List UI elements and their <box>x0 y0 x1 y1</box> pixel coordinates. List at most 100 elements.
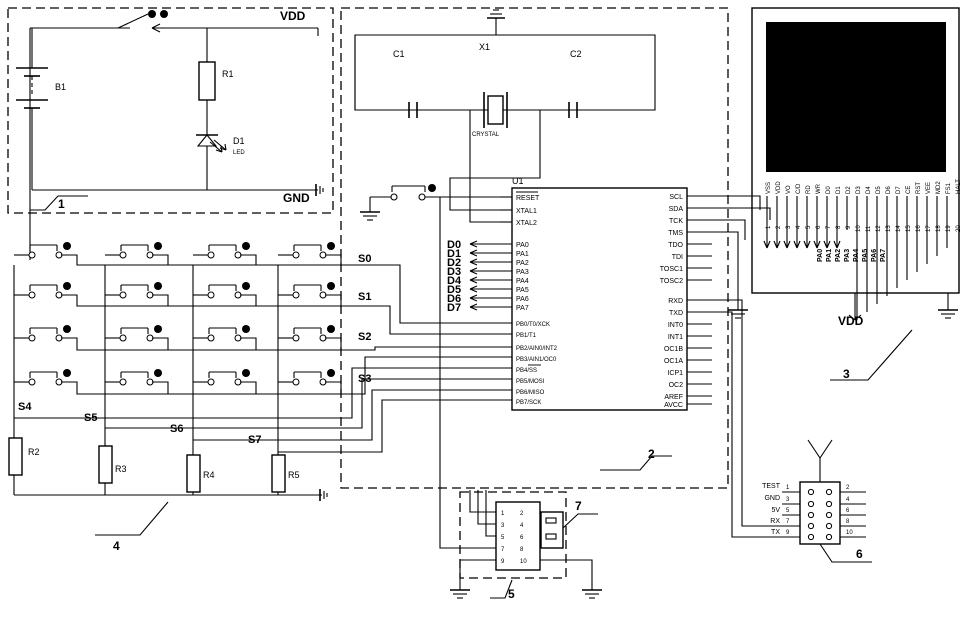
isp-pin-7: 7 <box>501 547 505 553</box>
lcd-pin-name-7: D0 <box>826 186 832 194</box>
pin-oc2: OC2 <box>669 382 684 389</box>
pin-pb5: PB5/MOSI <box>516 379 545 385</box>
pin-pb7: PB7/SCK <box>516 400 541 406</box>
pin-aref: AREF <box>664 394 683 401</box>
keypad-row-label-s1: S1 <box>358 291 371 303</box>
pin-pa1: PA1 <box>516 251 529 258</box>
serial-pin-9: 9 <box>786 530 790 536</box>
resistor-r1-ref: R1 <box>222 69 234 79</box>
serial-pin-6: 6 <box>846 508 850 514</box>
lcd-pin-num-5: 5 <box>806 225 812 229</box>
vdd-label-lcd: VDD <box>838 314 864 328</box>
lcd-bus-pa6: PA6 <box>871 249 878 262</box>
lcd-bus-pa1: PA1 <box>826 249 833 262</box>
lcd-pin-num-4: 4 <box>796 225 802 229</box>
pin-int1: INT1 <box>668 334 683 341</box>
keypad-row-label-s0: S0 <box>358 253 371 265</box>
lcd-pin-name-5: RD <box>806 185 812 194</box>
lcd-pin-num-1: 1 <box>766 225 772 229</box>
isp-pin-4: 4 <box>520 523 524 529</box>
lcd-pin-name-15: CE <box>906 186 912 194</box>
pin-tck: TCK <box>669 218 683 225</box>
callout-7: 7 <box>575 499 582 513</box>
pin-oc1b: OC1B <box>664 346 683 353</box>
keypad-col-label-s6: S6 <box>170 423 183 435</box>
pin-pb2: PB2/AIN0/INT2 <box>516 346 558 352</box>
lcd-pin-name-19: FS1 <box>946 182 952 194</box>
bus-label-d7: D7 <box>447 302 461 314</box>
lcd-pin-num-15: 15 <box>906 225 912 232</box>
pin-pb4: PB4/SS <box>516 368 537 374</box>
lcd-pin-name-12: D5 <box>876 186 882 194</box>
isp-pin-3: 3 <box>501 523 505 529</box>
lcd-pin-name-6: WR <box>816 183 822 194</box>
resistor-r4-ref: R4 <box>203 470 215 480</box>
gnd-label-power: GND <box>283 191 310 205</box>
lcd-pin-num-14: 14 <box>896 225 902 232</box>
crystal-x1-ref: X1 <box>479 42 490 52</box>
pin-pb1: PB1/T1 <box>516 333 537 339</box>
led-d1-ref: D1 <box>233 136 245 146</box>
pin-xtal2: XTAL2 <box>516 220 537 227</box>
lcd-pin-num-9: 9 <box>846 225 852 229</box>
lcd-pin-name-1: VSS <box>766 182 772 194</box>
lcd-pin-name-18: MD2 <box>936 181 942 194</box>
pin-int0: INT0 <box>668 322 683 329</box>
lcd-pin-num-8: 8 <box>836 225 842 229</box>
lcd-pin-num-6: 6 <box>816 225 822 229</box>
serial-pin-3: 3 <box>786 497 790 503</box>
lcd-pin-num-19: 19 <box>946 225 952 232</box>
led-sub-label: LED <box>233 150 245 156</box>
pin-tosc1: TOSC1 <box>660 266 683 273</box>
lcd-pin-name-11: D4 <box>866 186 872 194</box>
lcd-pin-num-20: 20 <box>956 225 962 232</box>
lcd-pin-name-4: C/D <box>796 183 802 194</box>
pin-pa0: PA0 <box>516 242 529 249</box>
lcd-bus-pa0: PA0 <box>817 249 824 262</box>
lcd-pin-num-17: 17 <box>926 225 932 232</box>
serial-pin-8: 8 <box>846 519 850 525</box>
resistor-r2-ref: R2 <box>28 447 40 457</box>
lcd-bus-labels: PA0 PA1 PA2 PA3 PA4 PA5 PA6 PA7 <box>817 249 887 262</box>
isp-pin-8: 8 <box>520 547 524 553</box>
callout-3: 3 <box>843 367 850 381</box>
vdd-label-power: VDD <box>280 9 306 23</box>
pin-pb3: PB3/AIN1/OC0 <box>516 357 557 363</box>
isp-pin-5: 5 <box>501 535 505 541</box>
pin-tms: TMS <box>668 230 683 237</box>
callout-1: 1 <box>58 197 65 211</box>
lcd-bus-pa3: PA3 <box>844 249 851 262</box>
lcd-pin-numbers: 1 2 3 4 5 6 7 8 9 10 11 12 13 14 15 16 1… <box>766 225 962 232</box>
serial-label-gnd: GND <box>764 495 780 502</box>
pin-tdi: TDI <box>672 254 683 261</box>
pin-pa2: PA2 <box>516 260 529 267</box>
pin-icp1: ICP1 <box>667 370 683 377</box>
serial-label-5v: 5V <box>771 507 780 514</box>
lcd-pin-name-17: VEE <box>926 182 932 194</box>
lcd-pin-name-9: D2 <box>846 186 852 194</box>
lcd-pin-num-7: 7 <box>826 225 832 229</box>
pin-sda: SDA <box>669 206 684 213</box>
lcd-pin-name-16: RST <box>916 182 922 194</box>
lcd-pin-num-16: 16 <box>916 225 922 232</box>
keypad-col-label-s4: S4 <box>18 401 32 413</box>
lcd-pin-num-3: 3 <box>786 225 792 229</box>
serial-pin-7: 7 <box>786 519 790 525</box>
lcd-pin-name-3: VO <box>786 185 792 194</box>
serial-label-rx: RX <box>770 518 780 525</box>
pin-reset: RESET <box>516 195 540 202</box>
pin-pa7: PA7 <box>516 305 529 312</box>
lcd-pin-names: VSS VDD VO C/D RD WR D0 D1 D2 D3 D4 D5 D… <box>766 179 962 194</box>
schematic-text-layer: VDD GND B1 R1 D1 LED 1 C1 C2 X1 CRYSTAL … <box>18 9 962 601</box>
pin-pa6: PA6 <box>516 296 529 303</box>
lcd-pin-name-10: D3 <box>856 186 862 194</box>
pin-pb6: PB6/MISO <box>516 390 545 396</box>
isp-pin-1: 1 <box>501 511 505 517</box>
battery-ref: B1 <box>55 82 66 92</box>
lcd-pin-num-12: 12 <box>876 225 882 232</box>
cap-c1-ref: C1 <box>393 49 405 59</box>
callout-5: 5 <box>508 587 515 601</box>
lcd-pin-name-13: D6 <box>886 186 892 194</box>
lcd-pin-num-13: 13 <box>886 225 892 232</box>
pin-scl: SCL <box>669 194 683 201</box>
